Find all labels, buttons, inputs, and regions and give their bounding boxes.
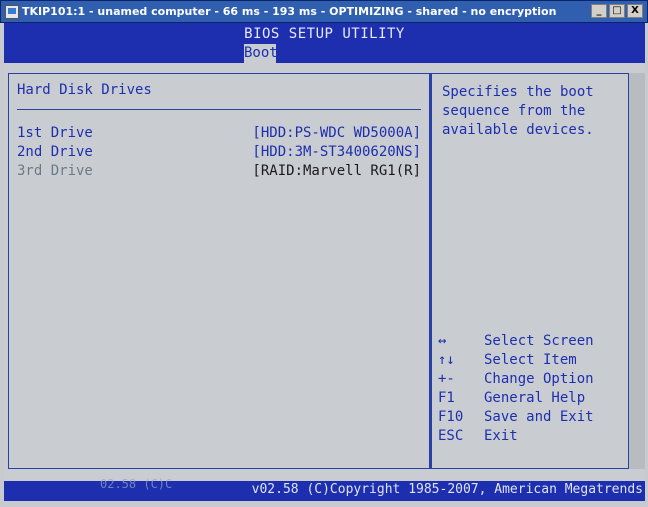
bios-screen: BIOS SETUP UTILITY Boot Hard Disk Drives…: [4, 23, 645, 501]
copyright-text: v02.58 (C)Copyright 1985-2007, American …: [251, 482, 643, 497]
drive-label: 2nd Drive: [17, 144, 93, 160]
f10-key: F10: [438, 409, 464, 425]
minimize-button[interactable]: _: [591, 4, 607, 18]
key-description: Select Screen: [484, 333, 594, 349]
up-down-arrow-icon: ↑↓: [438, 352, 455, 368]
left-right-arrow-icon: ↔: [438, 333, 447, 349]
bios-header: BIOS SETUP UTILITY Boot: [4, 23, 645, 63]
drive-label: 3rd Drive: [17, 163, 93, 179]
key-description: General Help: [484, 390, 586, 406]
key-legend-item: +- Change Option: [434, 371, 624, 390]
maximize-button[interactable]: □: [609, 4, 625, 18]
app-icon: [5, 4, 19, 19]
section-divider: [17, 109, 421, 110]
plus-minus-key: +-: [438, 371, 455, 387]
bios-title: BIOS SETUP UTILITY: [244, 26, 405, 42]
key-legend-item: F1 General Help: [434, 390, 624, 409]
drive-label: 1st Drive: [17, 125, 93, 141]
window-titlebar[interactable]: TKIP101:1 - unamed computer - 66 ms - 19…: [0, 0, 648, 23]
bios-footer: 02.58 (C)C v02.58 (C)Copyright 1985-2007…: [4, 477, 645, 501]
key-description: Save and Exit: [484, 409, 594, 425]
key-legend-item: ESC Exit: [434, 428, 624, 447]
esc-key: ESC: [438, 428, 464, 444]
window-title: TKIP101:1 - unamed computer - 66 ms - 19…: [22, 5, 557, 18]
key-description: Select Item: [484, 352, 577, 368]
key-description: Exit: [484, 428, 518, 444]
drive-value[interactable]: [HDD:PS-WDC WD5000A]: [252, 125, 421, 141]
bios-menubar: Boot: [4, 44, 645, 63]
close-button[interactable]: X: [627, 4, 643, 18]
key-legend-item: ↑↓ Select Item: [434, 352, 624, 371]
drive-row-1st[interactable]: 1st Drive [HDD:PS-WDC WD5000A]: [17, 125, 421, 144]
key-legend: ↔ Select Screen ↑↓ Select Item +- Change…: [434, 333, 624, 447]
drive-value[interactable]: [HDD:3M-ST3400620NS]: [252, 144, 421, 160]
section-title: Hard Disk Drives: [17, 82, 152, 98]
f1-key: F1: [438, 390, 455, 406]
tab-boot[interactable]: Boot: [244, 44, 278, 63]
drive-row-3rd[interactable]: 3rd Drive [RAID:Marvell RG1(R]: [17, 163, 421, 182]
key-description: Change Option: [484, 371, 594, 387]
help-panel: Specifies the boot sequence from the ava…: [430, 73, 629, 469]
footer-ghost-text: 02.58 (C)C: [100, 477, 173, 491]
screen-edge: [629, 73, 645, 469]
boot-settings-panel: Hard Disk Drives 1st Drive [HDD:PS-WDC W…: [8, 73, 430, 469]
drive-value[interactable]: [RAID:Marvell RG1(R]: [252, 163, 421, 179]
key-legend-item: F10 Save and Exit: [434, 409, 624, 428]
help-text: Specifies the boot sequence from the ava…: [442, 84, 594, 138]
window-controls: _ □ X: [591, 4, 643, 18]
key-legend-item: ↔ Select Screen: [434, 333, 624, 352]
drive-row-2nd[interactable]: 2nd Drive [HDD:3M-ST3400620NS]: [17, 144, 421, 163]
